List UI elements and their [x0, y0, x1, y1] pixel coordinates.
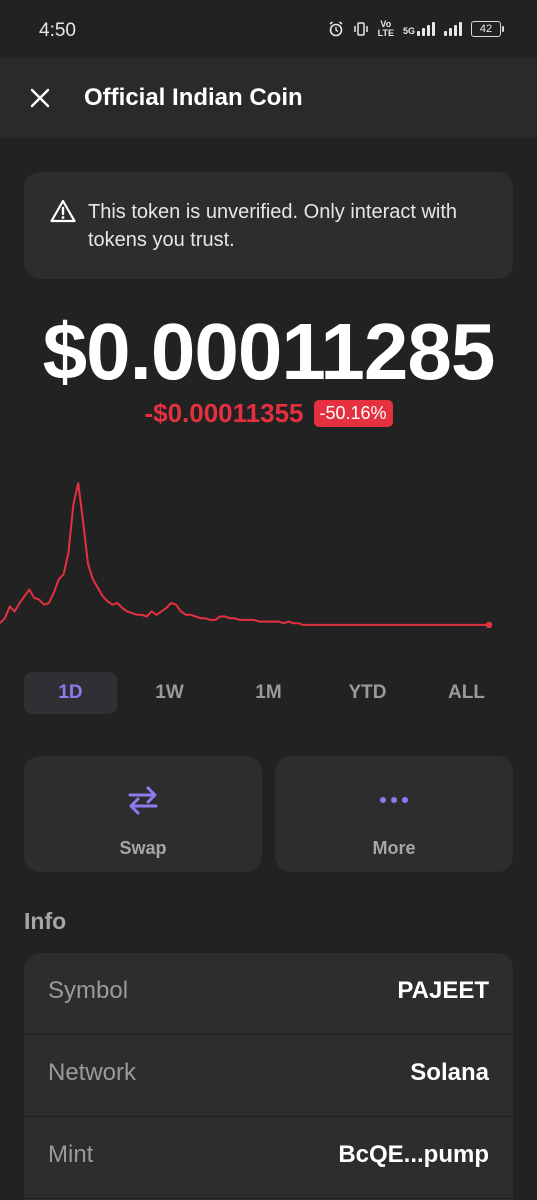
vibrate-icon [353, 22, 368, 36]
warning-icon [50, 199, 76, 223]
info-card: Symbol PAJEET Network Solana Mint BcQE..… [24, 953, 513, 1200]
signal-strength-icon [417, 22, 435, 36]
swap-arrows-icon [128, 786, 158, 815]
swap-label: Swap [119, 838, 167, 858]
more-button[interactable]: More [275, 756, 513, 872]
action-buttons: Swap More [24, 756, 513, 872]
alarm-icon [329, 21, 343, 37]
info-label: Network [48, 1059, 137, 1086]
data-type-text: 5G [402, 26, 415, 36]
cell-5g: 5G [403, 22, 435, 36]
page-title: Official Indian Coin [84, 84, 303, 111]
price-series-line [0, 482, 489, 626]
token-detail-screen: 4:50 Vo LTE 5G 42 Official Indian Coin T… [0, 0, 537, 1200]
range-tab-1m[interactable]: 1M [222, 672, 315, 714]
info-heading: Info [24, 908, 67, 934]
info-value: Solana [410, 1059, 489, 1086]
latest-price-point [485, 621, 493, 629]
unverified-warning-banner: This token is unverified. Only interact … [24, 172, 513, 279]
status-icons: Vo LTE 5G 42 [328, 20, 504, 38]
info-value: PAJEET [397, 977, 489, 1004]
warning-text: This token is unverified. Only interact … [88, 201, 458, 251]
close-icon [30, 88, 50, 108]
info-label: Mint [48, 1141, 94, 1168]
range-tab-1d[interactable]: 1D [24, 672, 117, 714]
header-bar: Official Indian Coin [0, 58, 537, 138]
range-tab-ytd[interactable]: YTD [321, 672, 414, 714]
info-label: Symbol [48, 977, 129, 1004]
info-row-symbol: Symbol PAJEET [24, 953, 513, 1035]
battery-icon: 42 [471, 21, 504, 37]
status-bar: 4:50 Vo LTE 5G 42 [0, 0, 537, 58]
price-change-value: -$0.00011355 [144, 398, 304, 428]
range-tabs: 1D 1W 1M YTD ALL [24, 672, 513, 714]
swap-button[interactable]: Swap [24, 756, 262, 872]
close-button[interactable] [24, 82, 56, 114]
status-time: 4:50 [39, 20, 76, 41]
info-row-mint[interactable]: Mint BcQE...pump [24, 1117, 513, 1199]
range-tab-all[interactable]: ALL [420, 672, 513, 714]
token-price: $0.00011285 [42, 307, 496, 396]
ellipsis-icon [380, 797, 408, 803]
volte-bottom-text: LTE [377, 28, 394, 38]
price-chart[interactable] [0, 470, 537, 640]
price-change-percent-badge: -50.16% [313, 400, 393, 427]
signal-strength-icon-2 [444, 22, 462, 36]
volte-indicator: Vo LTE [378, 20, 394, 38]
info-row-network: Network Solana [24, 1035, 513, 1117]
price-change-row: -$0.00011355 -50.16% [0, 398, 537, 429]
info-value: BcQE...pump [338, 1141, 489, 1168]
more-label: More [372, 838, 416, 858]
range-tab-1w[interactable]: 1W [123, 672, 216, 714]
